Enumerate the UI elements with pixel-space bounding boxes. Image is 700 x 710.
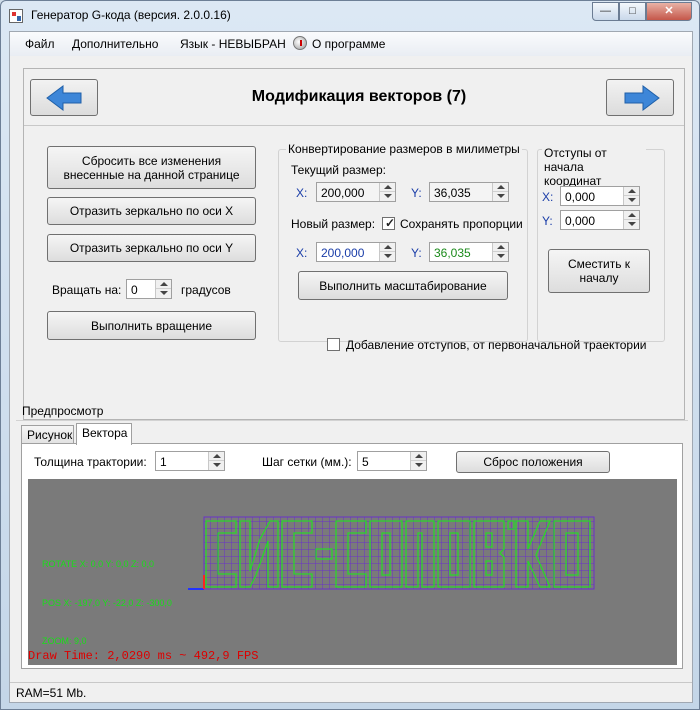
keep-ratio-checkbox[interactable]: ✓ (382, 216, 396, 230)
current-x-field: 200,000 (316, 182, 396, 202)
keep-ratio-label: Сохранять пропорции (400, 217, 523, 231)
menu-bar: Файл Дополнительно Язык - НЕВЫБРАН О про… (10, 32, 692, 56)
thickness-value: 1 (160, 455, 167, 469)
client-area: Файл Дополнительно Язык - НЕВЫБРАН О про… (9, 31, 693, 703)
rotate-angle-value: 0 (131, 283, 138, 297)
rotate-button[interactable]: Выполнить вращение (47, 311, 256, 340)
spinner-icon[interactable] (379, 243, 395, 261)
info-icon (293, 36, 307, 50)
page-title: Модификация векторов (7) (251, 88, 467, 105)
vectors-tab-panel: Толщина трактории: 1 Шаг сетки (мм.): 5 … (21, 443, 683, 669)
separator (24, 125, 684, 126)
ram-status: RAM=51 Mb. (16, 686, 87, 700)
menu-about[interactable]: О программе (312, 37, 385, 51)
current-y-field: 36,035 (429, 182, 509, 202)
menu-language[interactable]: Язык - НЕВЫБРАН (180, 37, 286, 51)
rotate-unit-label: градусов (181, 283, 231, 297)
mirror-y-button[interactable]: Отразить зеркально по оси Y (47, 234, 256, 262)
shift-to-origin-button[interactable]: Сместить к началу (548, 249, 650, 293)
grid-step-input[interactable]: 5 (357, 451, 427, 471)
grid-step-label: Шаг сетки (мм.): (262, 455, 352, 469)
position-readout: POS X: -197,0 Y: -22,0 Z: -300,0 (42, 598, 172, 608)
scale-button[interactable]: Выполнить масштабирование (298, 271, 508, 300)
offset-y-value: 0,000 (565, 214, 596, 228)
menu-extra[interactable]: Дополнительно (72, 37, 158, 51)
rotate-angle-input[interactable]: 0 (126, 279, 172, 299)
zoom-readout: ZOOM: 9,0 (42, 636, 87, 646)
arrow-left-icon (46, 85, 82, 111)
current-x-label: X: (296, 186, 308, 200)
thickness-label: Толщина трактории: (34, 455, 147, 469)
spinner-icon (492, 183, 508, 201)
close-button[interactable]: ✕ (646, 2, 692, 21)
spinner-icon[interactable] (623, 211, 639, 229)
current-size-label: Текущий размер: (291, 163, 386, 177)
add-offsets-label: Добавление отступов, от первоначальной т… (346, 338, 647, 352)
modification-panel: Модификация векторов (7) Сбросить все из… (23, 68, 685, 420)
rotate-label: Вращать на: (52, 283, 122, 297)
reset-position-button[interactable]: Сброс положения (456, 451, 610, 473)
spinner-icon[interactable] (492, 243, 508, 261)
rotate-readout: ROTATE X: 0,0 Y: 0,0 Z: 0,0 (42, 559, 155, 569)
window-title: Генератор G-кода (версия. 2.0.0.16) (31, 8, 231, 22)
new-size-label: Новый размер: (291, 217, 376, 231)
back-button[interactable] (30, 79, 98, 116)
thickness-input[interactable]: 1 (155, 451, 225, 471)
maximize-button[interactable]: □ (619, 2, 646, 21)
grid-step-value: 5 (362, 455, 369, 469)
add-offsets-checkbox[interactable] (327, 338, 340, 351)
new-x-value: 200,000 (321, 246, 365, 260)
check-icon: ✓ (385, 216, 396, 230)
app-icon (9, 9, 23, 23)
fps-readout: Draw Time: 2,0290 ms ~ 492,9 FPS (28, 649, 259, 663)
new-x-label: X: (296, 246, 308, 260)
vector-canvas (188, 516, 595, 590)
app-window: Генератор G-кода (версия. 2.0.0.16) — □ … (0, 0, 700, 710)
spinner-icon[interactable] (623, 187, 639, 205)
menu-file[interactable]: Файл (25, 37, 55, 51)
size-group-title: Конвертирование размеров в милиметры (286, 142, 522, 156)
spinner-icon[interactable] (410, 452, 426, 470)
offset-y-input[interactable]: 0,000 (560, 210, 640, 230)
reset-changes-button[interactable]: Сбросить все изменения внесенные на данн… (47, 146, 256, 189)
minimize-button[interactable]: — (592, 2, 619, 21)
vector-viewport[interactable]: ROTATE X: 0,0 Y: 0,0 Z: 0,0 POS X: -197,… (28, 479, 677, 665)
status-bar: RAM=51 Mb. (10, 682, 692, 702)
next-button[interactable] (606, 79, 674, 116)
mirror-x-button[interactable]: Отразить зеркально по оси X (47, 197, 256, 225)
title-bar[interactable]: Генератор G-кода (версия. 2.0.0.16) — □ … (1, 1, 699, 31)
new-y-label: Y: (411, 246, 422, 260)
offset-x-label: X: (542, 190, 554, 204)
spinner-icon (379, 183, 395, 201)
new-y-input[interactable]: 36,035 (429, 242, 509, 262)
offset-x-input[interactable]: 0,000 (560, 186, 640, 206)
tab-drawing[interactable]: Рисунок (21, 425, 74, 445)
tab-vectors[interactable]: Вектора (76, 423, 132, 445)
current-y-value: 36,035 (434, 186, 471, 200)
preview-title: Предпросмотр (22, 404, 104, 418)
offset-x-value: 0,000 (565, 190, 596, 204)
spinner-icon[interactable] (208, 452, 224, 470)
current-y-label: Y: (411, 186, 422, 200)
offset-y-label: Y: (542, 214, 553, 228)
current-x-value: 200,000 (321, 186, 365, 200)
offset-group-title: Отступы от начала координат (542, 146, 646, 188)
spinner-icon[interactable] (155, 280, 171, 298)
arrow-right-icon (624, 85, 660, 111)
new-x-input[interactable]: 200,000 (316, 242, 396, 262)
new-y-value: 36,035 (434, 246, 471, 260)
